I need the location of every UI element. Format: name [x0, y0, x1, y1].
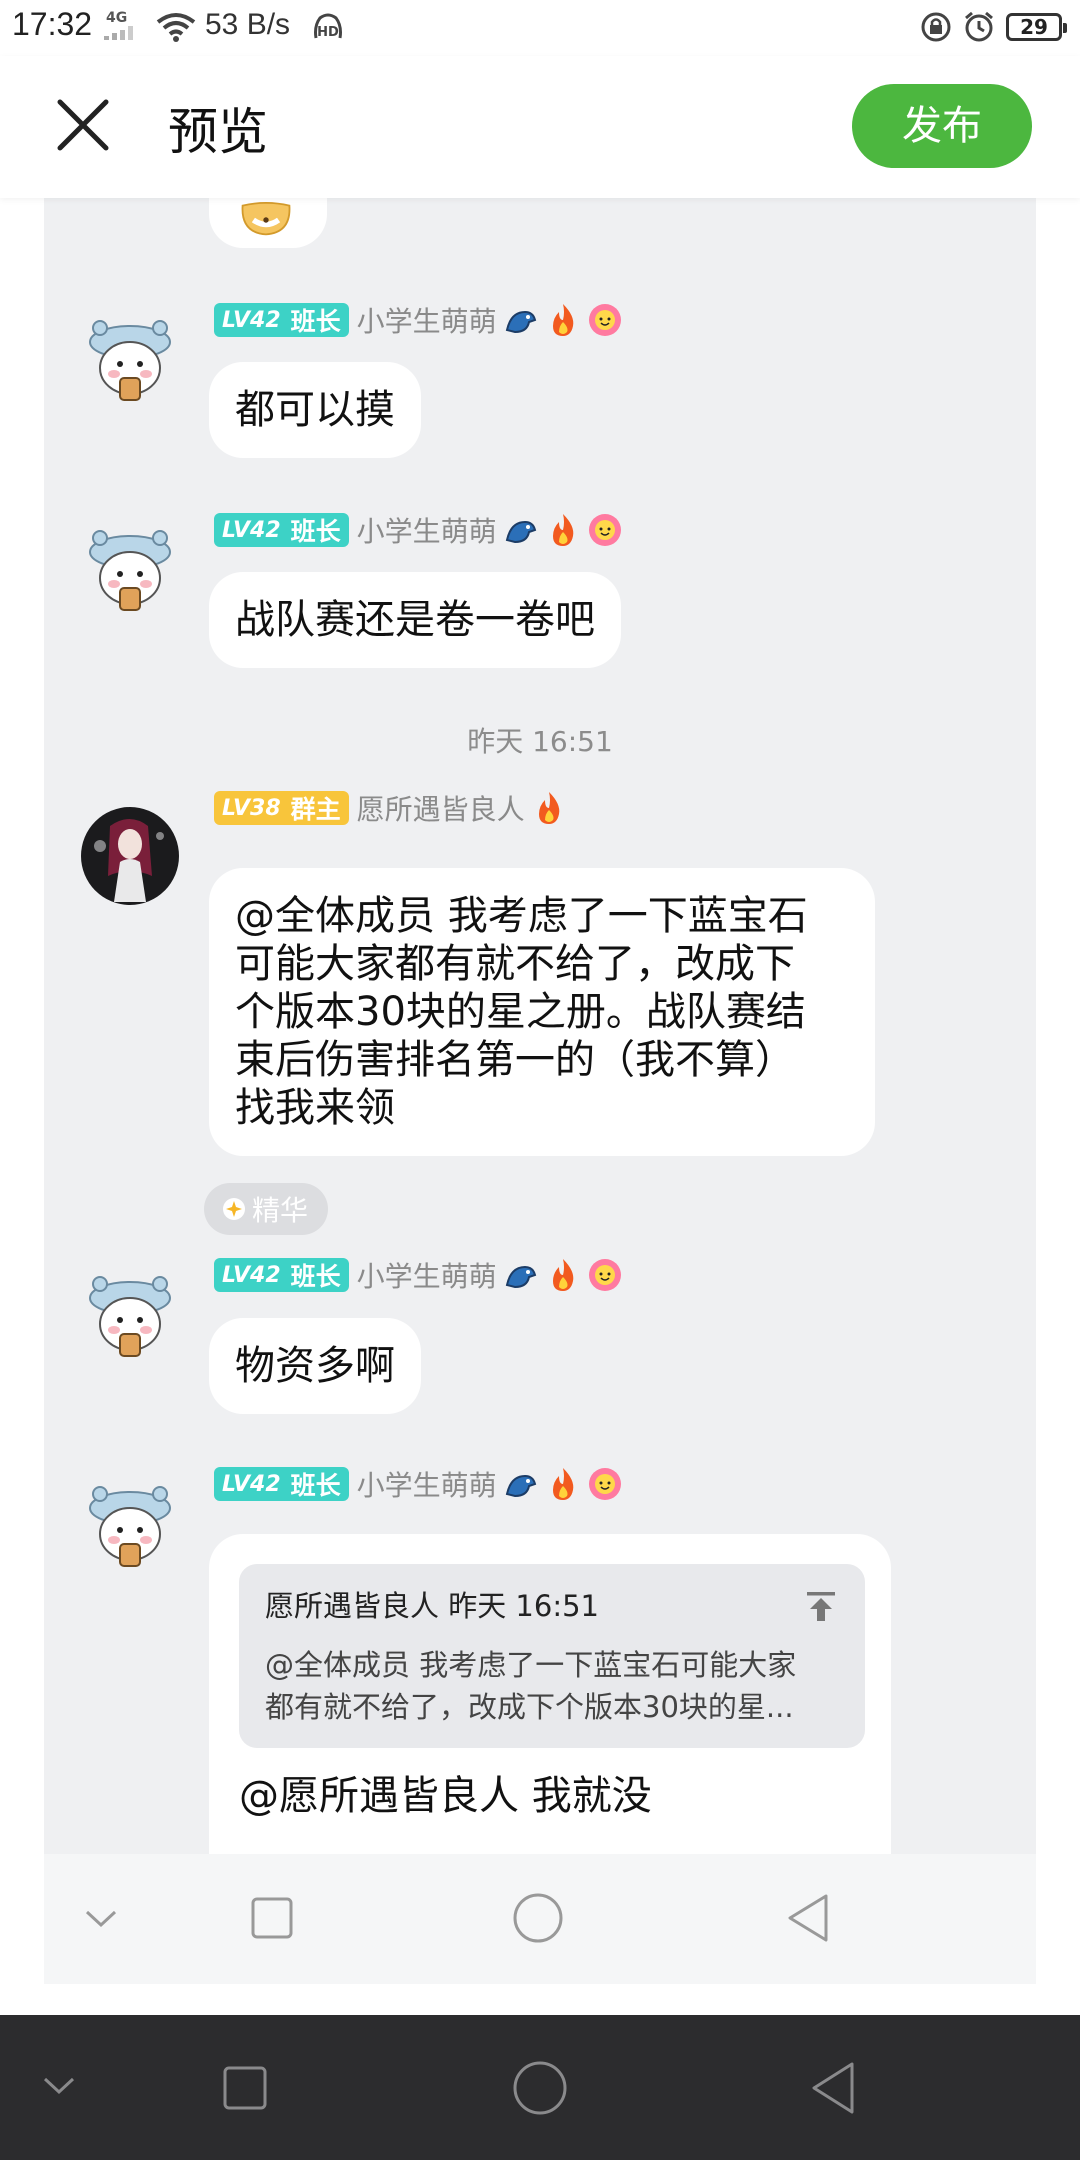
signal-icon [104, 26, 133, 40]
dog-emoji-icon [241, 202, 291, 236]
username[interactable]: 小学生萌萌 [357, 300, 497, 340]
app-header: 预览 发布 [0, 56, 1080, 198]
level-badge: LV38 群主 [214, 791, 349, 825]
home-icon [513, 1893, 563, 1943]
time-separator: 昨天 16:51 [467, 725, 613, 758]
quote-author: 愿所遇皆良人 昨天 16:51 [265, 1589, 600, 1623]
message-line: @全体成员 我考虑了一下蓝宝石 [235, 893, 808, 939]
message-meta: LV42 班长 小学生萌萌 [214, 300, 623, 340]
status-time: 17:32 [12, 6, 93, 42]
system-nav-bar [0, 2015, 1080, 2160]
avatar[interactable] [80, 516, 180, 616]
message-line: 可能大家都有就不给了，改成下 [235, 941, 795, 987]
message-bubble[interactable]: 都可以摸 [209, 362, 421, 458]
fire-icon [538, 792, 559, 824]
back-icon[interactable] [810, 2060, 856, 2116]
level-badge: LV42 班长 [214, 1258, 349, 1292]
fire-icon [552, 514, 573, 546]
flower-icon [588, 1259, 621, 1291]
level-badge: LV42 班长 [214, 513, 349, 547]
dragon-icon [505, 1265, 536, 1289]
svg-text:HD: HD [317, 25, 339, 40]
avatar[interactable] [80, 1472, 180, 1572]
back-icon [788, 1894, 828, 1942]
wifi-icon [156, 13, 196, 42]
essence-label: 精华 [252, 1194, 309, 1227]
flower-icon [588, 1468, 621, 1500]
flower-icon [588, 304, 621, 336]
home-icon[interactable] [512, 2060, 568, 2116]
username[interactable]: 愿所遇皆良人 [357, 788, 525, 828]
jump-to-top-icon[interactable] [803, 1588, 839, 1624]
reply-bubble[interactable]: 愿所遇皆良人 昨天 16:51 @全体成员 我考虑了一下蓝宝石可能大家 都有就不… [209, 1534, 891, 1874]
publish-button[interactable]: 发布 [852, 84, 1032, 168]
message-line: 找我来领 [235, 1085, 395, 1131]
recent-apps-icon[interactable] [222, 2065, 268, 2111]
message-bubble[interactable]: @全体成员 我考虑了一下蓝宝石 可能大家都有就不给了，改成下 个版本30块的星之… [209, 868, 875, 1156]
dragon-icon [505, 310, 536, 334]
fire-icon [552, 304, 573, 336]
status-bar: 17:32 4G 53 B/s HD 29 [0, 0, 1080, 56]
message-meta: LV42 班长 小学生萌萌 [214, 510, 623, 550]
message-meta: LV42 班长 小学生萌萌 [214, 1255, 623, 1295]
username[interactable]: 小学生萌萌 [357, 510, 497, 550]
message-line: 束后伤害排名第一的（我不算） [235, 1037, 795, 1083]
flower-icon [588, 514, 621, 546]
avatar[interactable] [80, 306, 180, 406]
page-title: 预览 [168, 103, 268, 161]
alarm-icon [965, 11, 993, 42]
quoted-message[interactable]: 愿所遇皆良人 昨天 16:51 @全体成员 我考虑了一下蓝宝石可能大家 都有就不… [239, 1564, 865, 1748]
reply-text: @愿所遇皆良人 我就没 [239, 1773, 652, 1819]
hd-icon: HD [314, 13, 342, 40]
preview-nav-bar [44, 1854, 1036, 1984]
message-bubble[interactable]: 战队赛还是卷一卷吧 [209, 572, 621, 668]
rotation-lock-icon [921, 12, 951, 42]
message-meta: LV42 班长 小学生萌萌 [214, 1464, 623, 1504]
emoji-bubble [209, 198, 327, 248]
quote-text-line: @全体成员 我考虑了一下蓝宝石可能大家 [265, 1648, 797, 1682]
message-bubble[interactable]: 物资多啊 [209, 1318, 421, 1414]
chevron-down-icon [85, 1910, 117, 1928]
message-meta: LV38 群主 愿所遇皆良人 [214, 788, 567, 828]
fire-icon [552, 1468, 573, 1500]
close-icon[interactable] [52, 94, 114, 156]
level-badge: LV42 班长 [214, 303, 349, 337]
chat-preview[interactable]: LV42 班长 小学生萌萌 都可以摸 LV42 班长 小学生萌萌 战队赛还是卷一卷吧… [44, 198, 1036, 1984]
battery-indicator: 29 [1006, 13, 1067, 41]
level-badge: LV42 班长 [214, 1467, 349, 1501]
dragon-icon [505, 1474, 536, 1498]
dragon-icon [505, 520, 536, 544]
username[interactable]: 小学生萌萌 [357, 1464, 497, 1504]
fire-icon [552, 1259, 573, 1291]
recent-apps-icon [251, 1897, 293, 1939]
essence-tag[interactable]: 精华 [204, 1183, 329, 1235]
quote-text-line: 都有就不给了，改成下个版本30块的星... [265, 1690, 794, 1724]
username[interactable]: 小学生萌萌 [357, 1255, 497, 1295]
avatar[interactable] [80, 1262, 180, 1362]
chevron-down-icon[interactable] [42, 2075, 76, 2097]
network-type: 4G [106, 10, 128, 26]
avatar[interactable] [80, 806, 180, 906]
network-speed: 53 B/s [205, 8, 291, 41]
message-line: 个版本30块的星之册。战队赛结 [235, 989, 806, 1035]
sparkle-icon [223, 1198, 245, 1220]
